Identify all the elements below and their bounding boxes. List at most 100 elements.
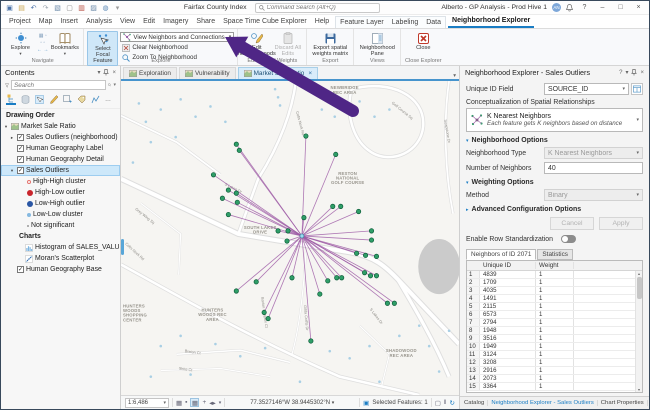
layout-icon[interactable]: ▨ [89, 3, 98, 12]
cancel-button[interactable]: Cancel [550, 217, 594, 230]
apply-button[interactable]: Apply [599, 217, 643, 230]
neighbor-point[interactable] [237, 148, 241, 152]
view-neighbors-dropdown[interactable]: View Neighbors and Connections ▾ [120, 32, 234, 42]
pin-icon[interactable] [631, 69, 637, 76]
neighbor-point[interactable] [318, 292, 322, 296]
export-spatial-weights-button[interactable]: Export spatial weights matrix [310, 31, 350, 58]
navigate-mini-buttons[interactable]: ▦ ▫ ▫ ▫ ← → [37, 33, 48, 53]
tab-statistics[interactable]: Statistics [537, 249, 573, 260]
layer-checkbox[interactable]: ✓ [17, 134, 24, 141]
unique-id-field-dropdown[interactable]: SOURCE_ID ▾ [544, 83, 629, 95]
panel-close-icon[interactable]: × [640, 70, 644, 76]
redo-icon[interactable]: ↷ [41, 3, 50, 12]
table-row[interactable]: 217091 [467, 279, 635, 287]
undo-icon[interactable]: ↶ [29, 3, 38, 12]
panel-help-icon[interactable]: ? [619, 70, 622, 76]
tree-item-human-geography-label[interactable]: ✓Human Geography Label [1, 143, 120, 154]
legend-item-4[interactable]: Not significant [1, 220, 120, 231]
bottom-tab-neighborhood-explorer-sales-outliers[interactable]: Neighborhood Explorer - Sales Outliers [487, 400, 596, 406]
avatar[interactable]: AN [552, 3, 561, 12]
maximize-button[interactable]: □ [614, 4, 627, 11]
neighborhood-options-section[interactable]: ▾ Neighborhood Options [466, 137, 643, 144]
neighbor-point[interactable] [235, 200, 239, 204]
table-row[interactable]: 727941 [467, 319, 635, 327]
list-by-labeling-icon[interactable] [76, 94, 86, 105]
neighbor-point[interactable] [226, 212, 230, 216]
bottom-tab-catalog[interactable]: Catalog [461, 400, 487, 406]
map-tabs-overflow-chevron-icon[interactable]: ▾ [453, 73, 456, 79]
ribbon-tab-data[interactable]: Data [422, 17, 445, 28]
neighbor-point[interactable] [363, 253, 367, 257]
neighbor-point[interactable] [220, 196, 224, 200]
advanced-configuration-section[interactable]: ▸ Advanced Configuration Options [466, 206, 643, 213]
neighbor-point[interactable] [374, 273, 378, 277]
ribbon-tab-edit[interactable]: Edit [139, 15, 159, 28]
refresh-fields-button[interactable] [631, 83, 643, 95]
weighting-options-section[interactable]: ▾ Weighting Options [466, 179, 643, 186]
tree-item-sales-outliers[interactable]: ▾✓Sales Outliers [1, 165, 120, 176]
coordinates-readout[interactable]: 77.3527146°W 38.9445302°N ▾ [228, 400, 356, 406]
neighbor-point[interactable] [334, 152, 338, 156]
fixed-zoom-icon[interactable]: ▫ ▫ [37, 40, 48, 46]
bottom-tab-chart-properties[interactable]: Chart Properties [597, 400, 647, 406]
neighbor-point[interactable] [392, 301, 396, 305]
table-row[interactable]: 414911 [467, 295, 635, 303]
pause-drawing-icon[interactable]: ‖ [444, 399, 447, 406]
neighbor-point[interactable] [331, 204, 335, 208]
selected-features-count[interactable]: Selected Features: 1 [372, 400, 427, 406]
scroll-up-icon[interactable]: ▴ [638, 271, 640, 276]
table-row[interactable]: 1533641 [467, 383, 635, 391]
layer-checkbox[interactable]: ✓ [17, 145, 24, 152]
minimize-button[interactable]: – [596, 4, 609, 11]
neighbor-point[interactable] [326, 279, 330, 283]
expander-icon[interactable]: ▸ [9, 135, 15, 141]
layer-checkbox[interactable]: ✓ [17, 167, 24, 174]
table-row[interactable]: 665731 [467, 311, 635, 319]
neighbor-point[interactable] [266, 316, 270, 320]
ribbon-tab-help[interactable]: Help [311, 15, 333, 28]
map-tab-exploration[interactable]: Exploration [123, 67, 177, 79]
table-row[interactable]: 1420731 [467, 375, 635, 383]
charts-heading[interactable]: Charts [1, 231, 120, 242]
neighbor-point[interactable] [276, 229, 280, 233]
clear-neighborhood-button[interactable]: Clear Neighborhood [120, 43, 234, 52]
full-extent-icon[interactable]: ▦ ▫ [37, 33, 48, 39]
add-basemap-icon[interactable]: ▦ [176, 399, 182, 407]
conceptualization-dropdown[interactable]: K Nearest Neighbors Each feature gets K … [466, 108, 643, 132]
neighbor-point[interactable] [309, 339, 313, 343]
col-weight[interactable]: Weight [536, 262, 574, 269]
legend-item-1[interactable]: High-Low outlier [1, 187, 120, 198]
help-button[interactable]: ? [578, 4, 591, 11]
neighbor-point[interactable] [385, 301, 389, 305]
list-by-snapping-icon[interactable] [62, 94, 72, 105]
ribbon-tab-analysis[interactable]: Analysis [82, 15, 116, 28]
scroll-down-icon[interactable]: ▾ [638, 387, 640, 392]
neighbor-point[interactable] [369, 229, 373, 233]
map-tab-market-sale-ratio[interactable]: Market Sale Ratio× [238, 67, 319, 79]
tree-item-human-geography-detail[interactable]: ✓Human Geography Detail [1, 154, 120, 165]
neighbor-point[interactable] [254, 280, 258, 284]
ribbon-tab-neighborhood-explorer[interactable]: Neighborhood Explorer [448, 15, 534, 28]
neighbor-point[interactable] [304, 134, 308, 138]
discard-all-edits-button[interactable]: Discard All Edits [272, 31, 303, 58]
snapping-toggle-icon[interactable]: ▦ [190, 398, 199, 407]
panel-collapse-handle[interactable] [121, 239, 124, 255]
ribbon-tab-project[interactable]: Project [5, 15, 35, 28]
statusbar-chevron-icon[interactable]: ▾ [219, 400, 222, 406]
table-row[interactable]: 1329161 [467, 367, 635, 375]
neighbor-point[interactable] [211, 173, 215, 177]
tree-item-sales-outliers-neighborhood[interactable]: ▸✓Sales Outliers (neighborhood) [1, 132, 120, 143]
map-canvas[interactable]: NEWBRIDGEREC AREARESTONNATIONALGOLF COUR… [121, 81, 459, 395]
tree-item-human-geography-base[interactable]: ✓Human Geography Base [1, 264, 120, 275]
focal-feature-point[interactable] [300, 234, 304, 238]
contents-menu-chevron-icon[interactable]: ▾ [97, 69, 100, 76]
panel-menu-chevron-icon[interactable]: ▾ [625, 69, 628, 76]
neighbor-point[interactable] [302, 215, 306, 219]
command-search-input[interactable] [267, 5, 376, 11]
neighbor-point[interactable] [262, 310, 266, 314]
expander-icon[interactable]: ▾ [3, 124, 9, 130]
ribbon-tab-share[interactable]: Share [192, 15, 219, 28]
col-unique-id[interactable]: Unique ID [480, 262, 536, 269]
tab-neighbors[interactable]: Neighbors of ID 2071 [466, 249, 536, 260]
close-window-button[interactable]: × [632, 4, 645, 11]
